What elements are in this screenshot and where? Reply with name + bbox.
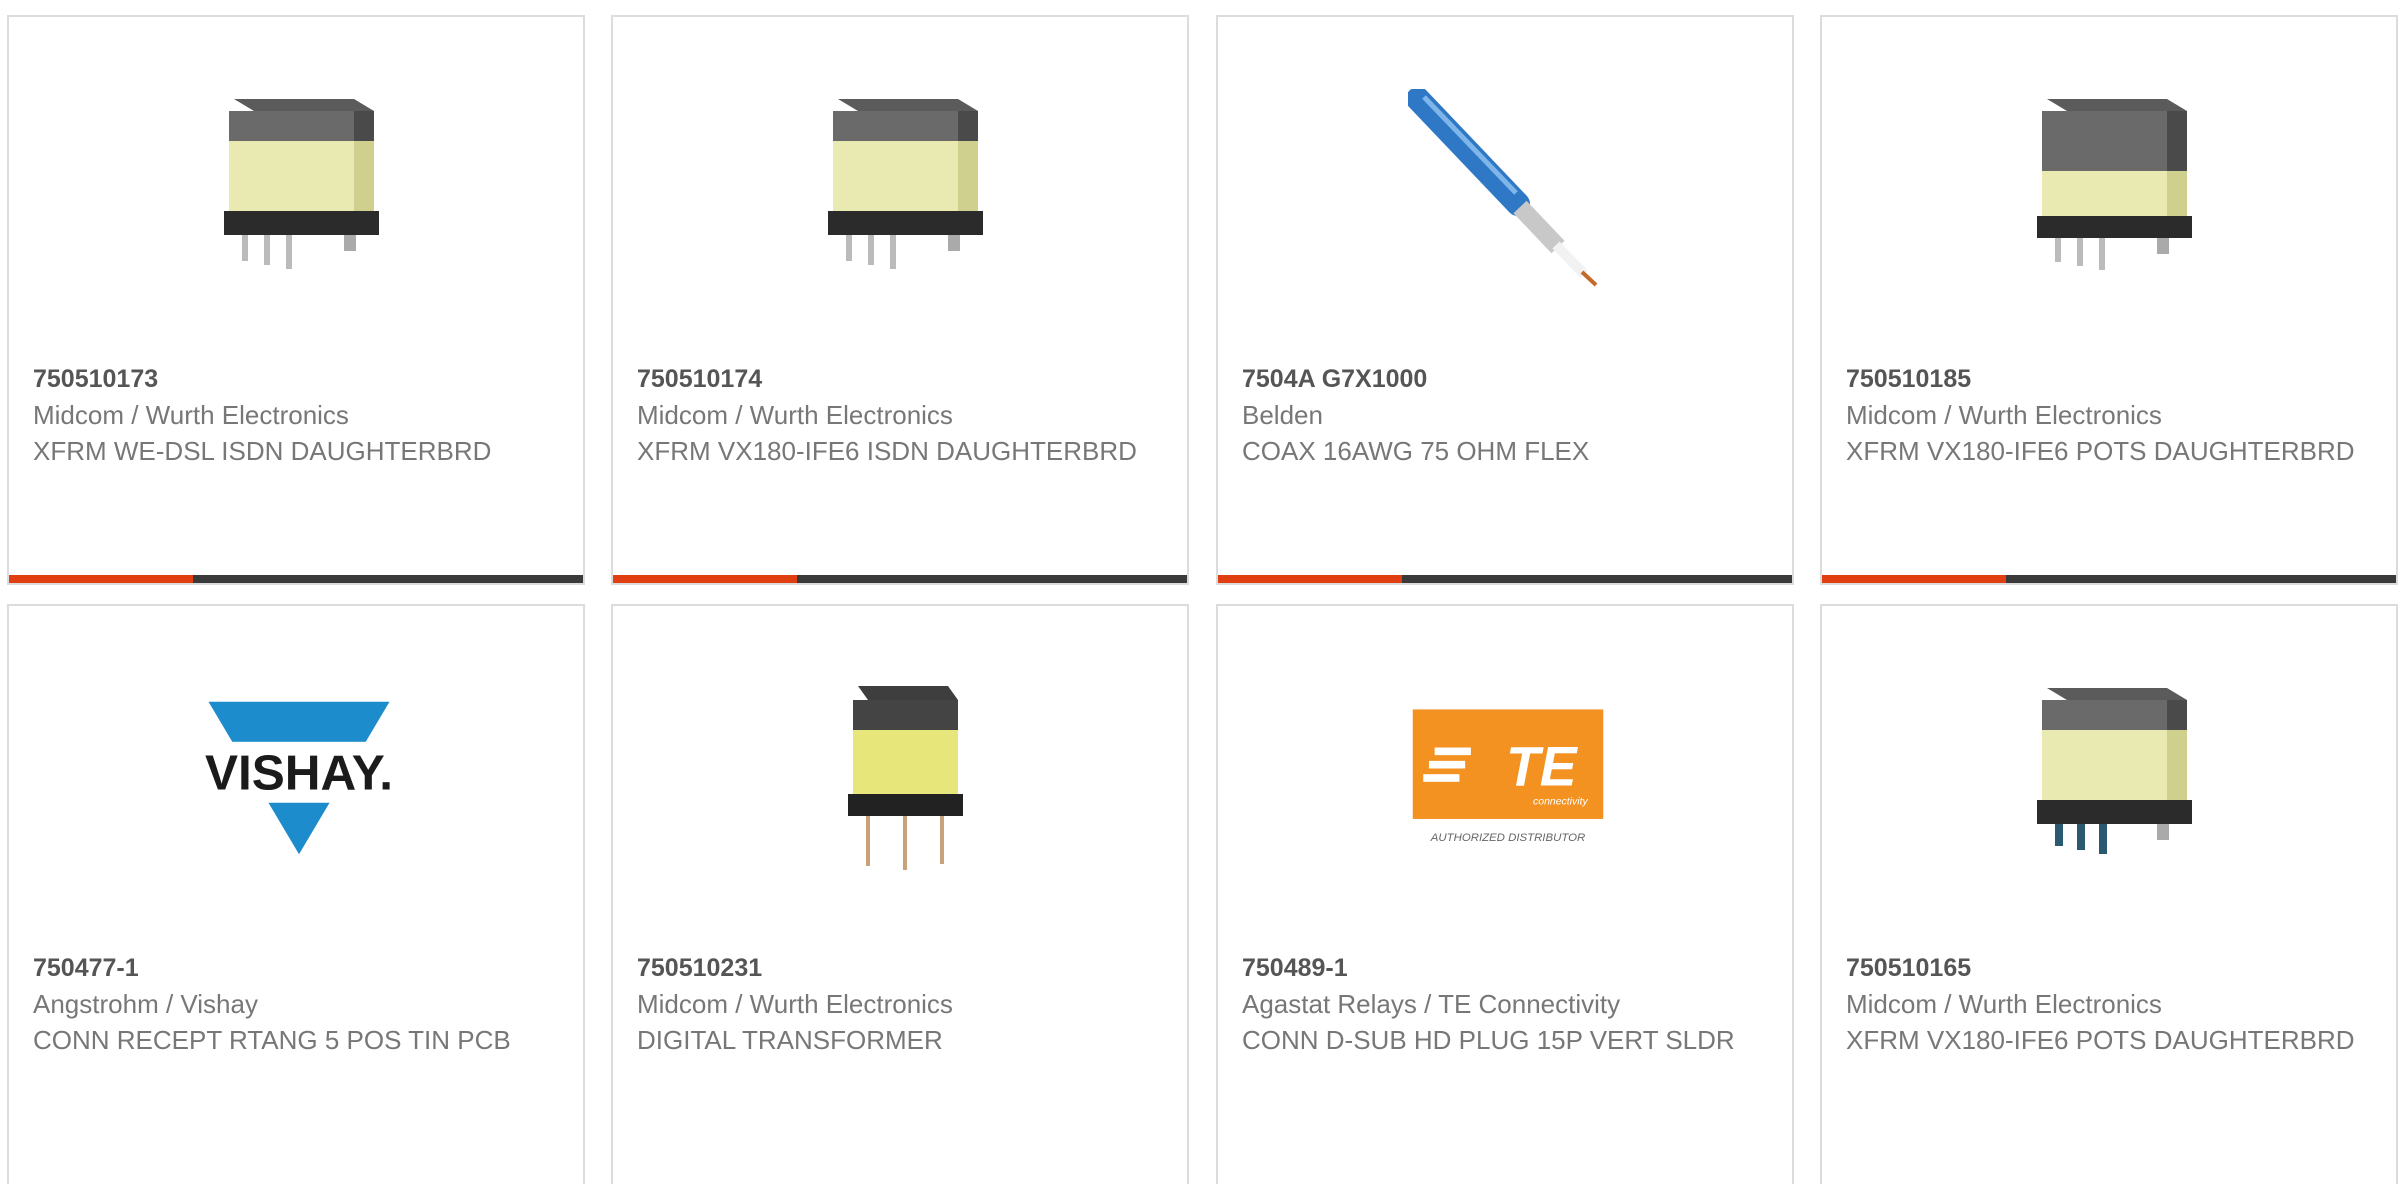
product-card[interactable]: 750510185 Midcom / Wurth Electronics XFR…	[1820, 15, 2398, 585]
manufacturer: Midcom / Wurth Electronics	[1846, 989, 2162, 1019]
product-card[interactable]: VISHAY. 750477-1 Angstrohm / Vishay CONN…	[7, 604, 585, 1184]
part-number[interactable]: 7504A G7X1000	[1242, 361, 1762, 397]
part-number[interactable]: 750510185	[1846, 361, 2366, 397]
vishay-logo-text: VISHAY.	[205, 745, 393, 800]
manufacturer: Angstrohm / Vishay	[33, 989, 258, 1019]
transformer-smd-icon[interactable]	[803, 89, 1003, 289]
vishay-logo[interactable]: VISHAY.	[199, 678, 399, 878]
transformer-smd-icon[interactable]	[2012, 678, 2212, 878]
part-number[interactable]: 750510173	[33, 361, 553, 397]
product-card[interactable]: 750510165 Midcom / Wurth Electronics XFR…	[1820, 604, 2398, 1184]
part-number[interactable]: 750510165	[1846, 950, 2366, 986]
te-connectivity-logo[interactable]: TE connectivity AUTHORIZED DISTRIBUTOR	[1408, 678, 1608, 878]
manufacturer: Midcom / Wurth Electronics	[1846, 400, 2162, 430]
manufacturer: Agastat Relays / TE Connectivity	[1242, 989, 1621, 1019]
card-bar	[9, 575, 583, 583]
part-number[interactable]: 750489-1	[1242, 950, 1762, 986]
product-card[interactable]: 750510173 Midcom / Wurth Electronics XFR…	[7, 15, 585, 585]
manufacturer: Midcom / Wurth Electronics	[637, 989, 953, 1019]
part-number[interactable]: 750510174	[637, 361, 1157, 397]
product-card[interactable]: TE connectivity AUTHORIZED DISTRIBUTOR 7…	[1216, 604, 1794, 1184]
product-card[interactable]: 7504A G7X1000 Belden COAX 16AWG 75 OHM F…	[1216, 15, 1794, 585]
manufacturer: Midcom / Wurth Electronics	[33, 400, 349, 430]
part-number[interactable]: 750510231	[637, 950, 1157, 986]
description: CONN RECEPT RTANG 5 POS TIN PCB	[33, 1025, 511, 1055]
product-card[interactable]: 750510174 Midcom / Wurth Electronics XFR…	[611, 15, 1189, 585]
description: DIGITAL TRANSFORMER	[637, 1025, 943, 1055]
manufacturer: Belden	[1242, 400, 1323, 430]
description: XFRM VX180-IFE6 ISDN DAUGHTERBRD	[637, 436, 1137, 466]
manufacturer: Midcom / Wurth Electronics	[637, 400, 953, 430]
description: XFRM VX180-IFE6 POTS DAUGHTERBRD	[1846, 1025, 2355, 1055]
card-bar	[1218, 575, 1792, 583]
te-logo-text: TE	[1506, 736, 1579, 798]
description: COAX 16AWG 75 OHM FLEX	[1242, 436, 1590, 466]
te-logo-caption: AUTHORIZED DISTRIBUTOR	[1430, 832, 1585, 844]
card-bar	[613, 575, 1187, 583]
part-number[interactable]: 750477-1	[33, 950, 553, 986]
description: XFRM WE-DSL ISDN DAUGHTERBRD	[33, 436, 492, 466]
card-bar	[1822, 575, 2396, 583]
description: CONN D-SUB HD PLUG 15P VERT SLDR	[1242, 1025, 1735, 1055]
transformer-smd-icon[interactable]	[199, 89, 399, 289]
coax-cable-icon[interactable]	[1408, 89, 1608, 289]
description: XFRM VX180-IFE6 POTS DAUGHTERBRD	[1846, 436, 2355, 466]
product-card[interactable]: 750510231 Midcom / Wurth Electronics DIG…	[611, 604, 1189, 1184]
transformer-smd-icon[interactable]	[2012, 89, 2212, 289]
te-logo-sub: connectivity	[1533, 797, 1588, 808]
transformer-tht-icon[interactable]	[803, 678, 1003, 878]
